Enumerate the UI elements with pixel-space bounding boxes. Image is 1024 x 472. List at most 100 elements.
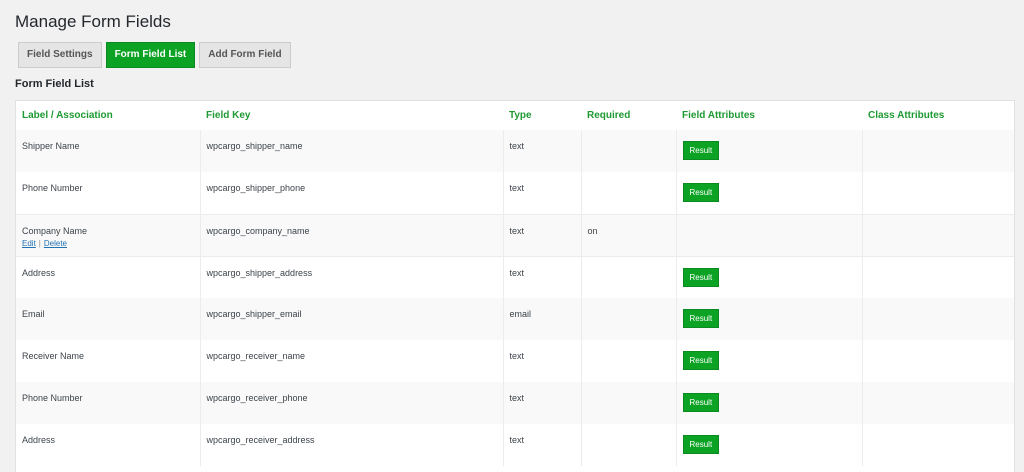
cell-field-key: wpcargo_receiver_address [200, 424, 504, 466]
cell-label-text: Company Name [22, 225, 88, 236]
cell-required [581, 382, 677, 424]
cell-label-text: Receiver Name [22, 351, 85, 361]
cell-class-attributes [862, 298, 1014, 340]
cell-required [581, 172, 677, 214]
cell-field-key-text: wpcargo_receiver_name [206, 351, 306, 361]
cell-required-text [588, 424, 670, 435]
table-row: Company Name Edit | Delete wpcargo_company_n… [16, 213, 1014, 256]
column-header-type: Type [503, 101, 581, 130]
cell-type: text [503, 340, 582, 382]
cell-label: Email [16, 298, 201, 340]
cell-class-attributes [862, 213, 1014, 256]
cell-class-attributes [862, 424, 1014, 466]
cell-type: text [503, 255, 582, 298]
cell-required [581, 424, 677, 466]
cell-field-key-text: wpcargo_receiver_phone [206, 393, 308, 403]
tab-form-field-list[interactable]: Form Field List [105, 42, 196, 68]
tab-bar: Field Settings Form Field List Add Form … [18, 42, 291, 68]
cell-class-attributes [862, 255, 1014, 298]
cell-class-attributes [862, 172, 1014, 214]
edit-link[interactable]: Edit [22, 239, 36, 248]
table-row: Phone Number wpcargo_shipper_phone text Res… [16, 172, 1014, 214]
cell-type-text: email [509, 309, 532, 319]
cell-required [581, 340, 677, 382]
cell-required-text [588, 257, 670, 268]
cell-field-attributes: Result [676, 340, 863, 382]
cell-field-key: wpcargo_shipper_email [200, 298, 504, 340]
cell-label: Company Name Edit | Delete [16, 213, 201, 256]
table-row: Address wpcargo_receiver_address text Resul… [16, 424, 1014, 466]
row-actions: Edit | Delete [22, 239, 194, 248]
cell-required: on [581, 213, 677, 256]
result-button[interactable]: Result [682, 309, 720, 328]
tab-add-form-field[interactable]: Add Form Field [199, 42, 291, 68]
cell-class-attributes [862, 340, 1014, 382]
page-title: Manage Form Fields [15, 12, 171, 31]
result-button[interactable]: Result [682, 183, 720, 202]
cell-field-key-text: wpcargo_company_name [206, 225, 310, 236]
cell-type: text [503, 213, 582, 256]
cell-field-key-text: wpcargo_shipper_address [206, 267, 313, 278]
table-row: Phone Number wpcargo_receiver_phone text Re… [16, 382, 1014, 424]
tab-field-settings[interactable]: Field Settings [18, 42, 102, 68]
cell-type: text [503, 130, 582, 172]
table-row: Receiver Name wpcargo_receiver_name text Re… [16, 340, 1014, 382]
cell-field-key-text: wpcargo_shipper_name [206, 141, 303, 151]
cell-type-text: text [509, 435, 525, 445]
section-title: Form Field List [15, 78, 94, 90]
cell-field-attributes [676, 213, 863, 256]
cell-field-key: wpcargo_shipper_name [200, 130, 504, 172]
cell-required [581, 255, 677, 298]
cell-field-attributes: Result [676, 172, 863, 214]
cell-field-key: wpcargo_receiver_phone [200, 382, 504, 424]
cell-label: Receiver Name [16, 340, 201, 382]
result-button[interactable]: Result [682, 351, 720, 370]
cell-field-attributes: Result [676, 382, 863, 424]
cell-type: text [503, 172, 582, 214]
column-header-required: Required [581, 101, 676, 130]
cell-field-key: wpcargo_shipper_phone [200, 172, 504, 214]
table-row: Email wpcargo_shipper_email email Result [16, 298, 1014, 340]
cell-class-attributes [862, 382, 1014, 424]
table-header-row: Label / Association Field Key Type Requi… [16, 101, 1014, 130]
result-button[interactable]: Result [682, 267, 720, 287]
cell-required-text [588, 340, 670, 351]
column-header-class-attributes: Class Attributes [862, 101, 1014, 130]
cell-type-text: text [509, 141, 525, 151]
cell-type-text: text [509, 267, 525, 278]
form-field-table: Label / Association Field Key Type Requi… [15, 100, 1015, 472]
cell-type-text: text [509, 225, 525, 236]
cell-field-attributes: Result [676, 255, 863, 298]
cell-field-key-text: wpcargo_receiver_address [206, 435, 315, 445]
cell-field-attributes: Result [676, 298, 863, 340]
column-header-field-key: Field Key [200, 101, 503, 130]
cell-field-key-text: wpcargo_shipper_email [206, 309, 302, 319]
cell-field-key: wpcargo_company_name [200, 213, 504, 256]
cell-label: Address [16, 424, 201, 466]
result-button[interactable]: Result [682, 141, 720, 160]
column-header-field-attributes: Field Attributes [676, 101, 862, 130]
result-button[interactable]: Result [682, 393, 720, 412]
cell-type-text: text [509, 393, 525, 403]
cell-field-key-text: wpcargo_shipper_phone [206, 183, 306, 193]
result-button[interactable]: Result [682, 435, 720, 454]
cell-label: Shipper Name [16, 130, 201, 172]
cell-label: Phone Number [16, 382, 201, 424]
action-separator: | [38, 238, 41, 248]
cell-type: text [503, 424, 582, 466]
cell-required-text [588, 298, 670, 309]
cell-required-text: on [587, 225, 598, 236]
page: Manage Form Fields Field Settings Form F… [0, 0, 1024, 472]
cell-field-attributes: Result [676, 424, 863, 466]
cell-label-text: Shipper Name [22, 141, 80, 151]
delete-link[interactable]: Delete [44, 239, 67, 248]
cell-field-key: wpcargo_shipper_address [200, 255, 504, 298]
cell-type: text [503, 382, 582, 424]
cell-label-text: Address [22, 267, 56, 278]
cell-label-text: Phone Number [22, 393, 83, 403]
cell-class-attributes [862, 130, 1014, 172]
table-row: Shipper Name wpcargo_shipper_name text Resu… [16, 130, 1014, 172]
cell-required-text [588, 172, 670, 183]
cell-label-text: Email [22, 309, 45, 319]
cell-required-text [588, 130, 670, 141]
